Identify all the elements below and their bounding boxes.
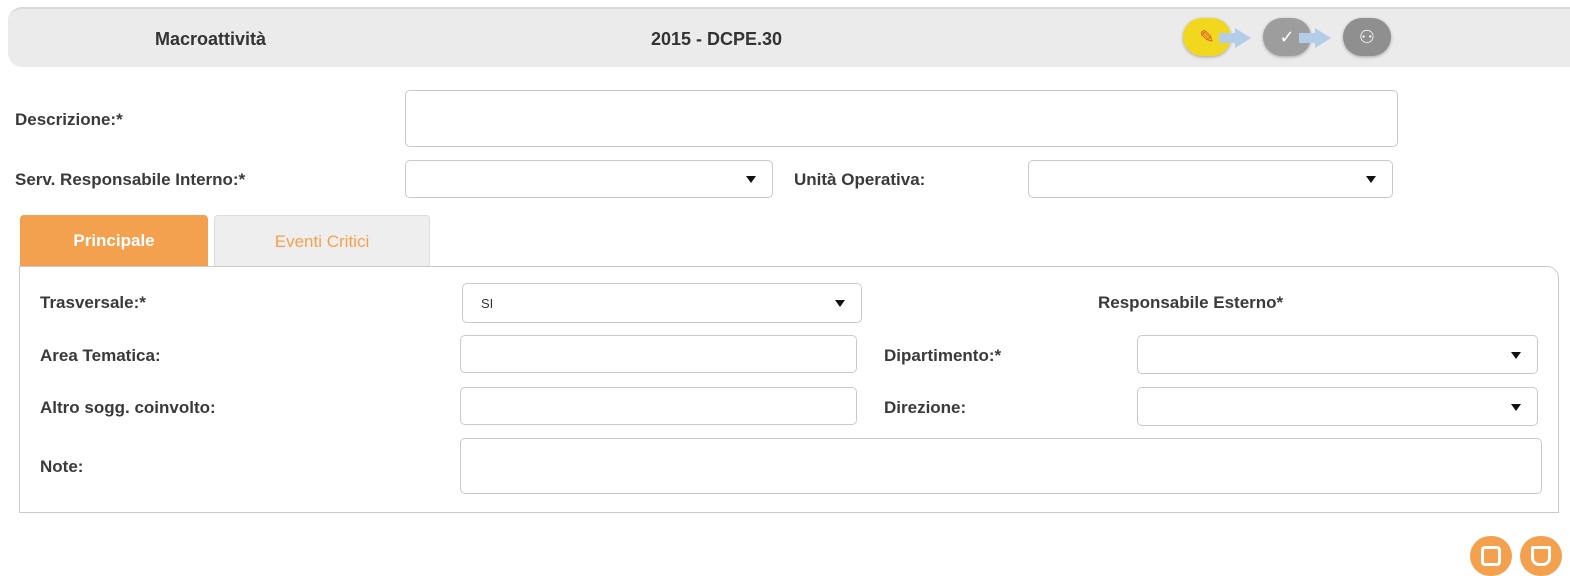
chevron-down-icon xyxy=(746,176,756,183)
chevron-down-icon xyxy=(1511,403,1521,411)
direzione-label: Direzione: xyxy=(884,398,967,417)
record-code: 2015 - DCPE.30 xyxy=(651,29,783,49)
direzione-select[interactable] xyxy=(1137,387,1538,426)
chevron-down-icon xyxy=(1511,351,1521,359)
chevron-down-icon xyxy=(1366,176,1376,183)
area-tematica-field[interactable] xyxy=(460,335,857,373)
tab-eventi-critici[interactable]: Eventi Critici xyxy=(214,215,430,267)
step-arrow-icon xyxy=(1299,28,1331,48)
unita-operativa-select[interactable] xyxy=(1028,160,1393,198)
altro-soggetto-field[interactable] xyxy=(460,387,857,425)
header-bar: Macroattività 2015 - DCPE.30 ✎ ✓ ⚇ xyxy=(8,7,1570,67)
descrizione-label: Descrizione:* xyxy=(15,110,123,129)
note-field[interactable] xyxy=(460,438,1542,494)
workflow-steps: ✎ ✓ ⚇ xyxy=(1173,15,1413,61)
unita-operativa-label: Unità Operativa: xyxy=(794,170,926,189)
step-arrow-icon xyxy=(1219,28,1251,48)
note-label: Note: xyxy=(40,457,84,476)
trasversale-value: SI xyxy=(481,296,494,311)
tab-principale[interactable]: Principale xyxy=(20,215,208,267)
altro-soggetto-label: Altro sogg. coinvolto: xyxy=(40,398,216,417)
save-icon xyxy=(1481,546,1501,566)
chevron-down-icon xyxy=(835,300,845,307)
trash-icon xyxy=(1531,546,1551,566)
dipartimento-label: Dipartimento:* xyxy=(884,346,1002,365)
trasversale-label: Trasversale:* xyxy=(40,293,146,312)
page-title: Macroattività xyxy=(155,29,267,49)
area-tematica-label: Area Tematica: xyxy=(40,346,161,365)
users-icon[interactable]: ⚇ xyxy=(1343,18,1391,56)
responsabile-esterno-heading: Responsabile Esterno* xyxy=(1098,293,1284,312)
serv-responsabile-label: Serv. Responsabile Interno:* xyxy=(15,170,246,189)
dipartimento-select[interactable] xyxy=(1137,335,1538,374)
descrizione-field[interactable] xyxy=(405,90,1398,147)
trasversale-select[interactable]: SI xyxy=(462,283,862,323)
serv-responsabile-select[interactable] xyxy=(405,160,773,198)
save-button[interactable] xyxy=(1470,536,1512,576)
delete-button[interactable] xyxy=(1520,536,1562,576)
